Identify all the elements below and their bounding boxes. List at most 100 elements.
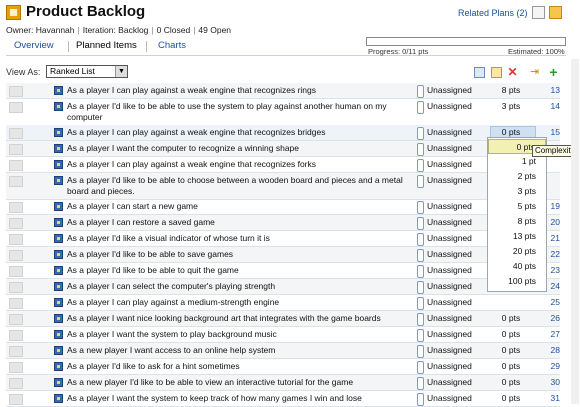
owner-handle[interactable] bbox=[417, 265, 424, 278]
table-row[interactable]: As a player I want the system to play ba… bbox=[6, 327, 560, 343]
table-row[interactable]: As a player I can start a new game Unass… bbox=[6, 199, 560, 215]
table-row[interactable]: As a player I want the computer to recog… bbox=[6, 141, 560, 157]
story-rank[interactable]: 31 bbox=[544, 393, 560, 403]
story-title[interactable]: As a player I can play against a weak en… bbox=[67, 127, 405, 138]
story-points[interactable]: 0 pts bbox=[486, 393, 536, 403]
move-icon[interactable]: ⇥ bbox=[529, 67, 540, 78]
table-row[interactable]: As a player I can restore a saved game U… bbox=[6, 215, 560, 231]
story-rank[interactable]: 14 bbox=[544, 101, 560, 111]
row-checkbox[interactable] bbox=[9, 218, 23, 229]
owner-handle[interactable] bbox=[417, 143, 424, 156]
row-checkbox[interactable] bbox=[9, 314, 23, 325]
owner-handle[interactable] bbox=[417, 281, 424, 294]
table-row[interactable]: As a player I can play against a weak en… bbox=[6, 125, 560, 141]
row-checkbox[interactable] bbox=[9, 362, 23, 373]
row-checkbox[interactable] bbox=[9, 266, 23, 277]
story-title[interactable]: As a player I can play against a medium-… bbox=[67, 297, 405, 308]
tab-charts[interactable]: Charts bbox=[158, 40, 186, 51]
story-owner[interactable]: Unassigned bbox=[427, 233, 472, 243]
row-checkbox[interactable] bbox=[9, 298, 23, 309]
story-title[interactable]: As a player I'd like to ask for a hint s… bbox=[67, 361, 405, 372]
story-rank[interactable]: 26 bbox=[544, 313, 560, 323]
complexity-option[interactable]: 40 pts bbox=[488, 259, 546, 274]
owner-handle[interactable] bbox=[417, 329, 424, 342]
complexity-option[interactable]: 2 pts bbox=[488, 169, 546, 184]
owner-handle[interactable] bbox=[417, 361, 424, 374]
row-checkbox[interactable] bbox=[9, 202, 23, 213]
story-title[interactable]: As a player I want the computer to recog… bbox=[67, 143, 405, 154]
story-points[interactable]: 8 pts bbox=[486, 85, 536, 95]
row-checkbox[interactable] bbox=[9, 102, 23, 113]
story-rank[interactable]: 28 bbox=[544, 345, 560, 355]
delete-icon[interactable]: ✕ bbox=[507, 66, 518, 78]
story-title[interactable]: As a player I'd like a visual indicator … bbox=[67, 233, 405, 244]
row-checkbox[interactable] bbox=[9, 378, 23, 389]
owner-handle[interactable] bbox=[417, 217, 424, 230]
owner-handle[interactable] bbox=[417, 377, 424, 390]
story-owner[interactable]: Unassigned bbox=[427, 345, 472, 355]
row-checkbox[interactable] bbox=[9, 282, 23, 293]
table-row[interactable]: As a new player I'd like to be able to v… bbox=[6, 375, 560, 391]
complexity-option[interactable]: 3 pts bbox=[488, 184, 546, 199]
story-owner[interactable]: Unassigned bbox=[427, 143, 472, 153]
table-row[interactable]: As a new player I want access to an onli… bbox=[6, 343, 560, 359]
story-rank[interactable]: 25 bbox=[544, 297, 560, 307]
story-title[interactable]: As a new player I'd like to be able to v… bbox=[67, 377, 405, 388]
table-row[interactable]: As a player I can select the computer's … bbox=[6, 279, 560, 295]
story-owner[interactable]: Unassigned bbox=[427, 393, 472, 403]
owner-handle[interactable] bbox=[417, 393, 424, 406]
owner-handle[interactable] bbox=[417, 159, 424, 172]
story-points[interactable]: 0 pts bbox=[486, 377, 536, 387]
story-owner[interactable]: Unassigned bbox=[427, 281, 472, 291]
story-owner[interactable]: Unassigned bbox=[427, 175, 472, 185]
story-points[interactable]: 0 pts bbox=[486, 127, 536, 137]
story-title[interactable]: As a player I can start a new game bbox=[67, 201, 405, 212]
vertical-scrollbar[interactable] bbox=[571, 59, 579, 404]
complexity-option[interactable]: 100 pts bbox=[488, 274, 546, 289]
story-rank[interactable]: 29 bbox=[544, 361, 560, 371]
story-rank[interactable]: 15 bbox=[544, 127, 560, 137]
story-title[interactable]: As a player I'd like to be able to quit … bbox=[67, 265, 405, 276]
story-owner[interactable]: Unassigned bbox=[427, 85, 472, 95]
story-title[interactable]: As a player I'd like to be able to save … bbox=[67, 249, 405, 260]
owner-handle[interactable] bbox=[417, 201, 424, 214]
story-title[interactable]: As a player I want the system to keep tr… bbox=[67, 393, 405, 404]
complexity-option[interactable]: 13 pts bbox=[488, 229, 546, 244]
row-checkbox[interactable] bbox=[9, 128, 23, 139]
story-rank[interactable]: 27 bbox=[544, 329, 560, 339]
related-plans-link[interactable]: Related Plans (2) bbox=[458, 8, 528, 18]
story-rank[interactable]: 13 bbox=[544, 85, 560, 95]
story-owner[interactable]: Unassigned bbox=[427, 265, 472, 275]
table-row[interactable]: As a player I want the system to keep tr… bbox=[6, 391, 560, 407]
story-owner[interactable]: Unassigned bbox=[427, 377, 472, 387]
story-owner[interactable]: Unassigned bbox=[427, 249, 472, 259]
story-owner[interactable]: Unassigned bbox=[427, 217, 472, 227]
row-checkbox[interactable] bbox=[9, 330, 23, 341]
story-owner[interactable]: Unassigned bbox=[427, 329, 472, 339]
story-owner[interactable]: Unassigned bbox=[427, 101, 472, 111]
story-points[interactable]: 0 pts bbox=[486, 345, 536, 355]
owner-handle[interactable] bbox=[417, 345, 424, 358]
complexity-option[interactable]: 20 pts bbox=[488, 244, 546, 259]
table-row[interactable]: As a player I can play against a weak en… bbox=[6, 157, 560, 173]
row-checkbox[interactable] bbox=[9, 394, 23, 405]
story-points[interactable]: 0 pts bbox=[486, 313, 536, 323]
row-checkbox[interactable] bbox=[9, 250, 23, 261]
add-icon[interactable]: + bbox=[548, 65, 559, 79]
story-owner[interactable]: Unassigned bbox=[427, 297, 472, 307]
story-title[interactable]: As a player I want the system to play ba… bbox=[67, 329, 405, 340]
story-title[interactable]: As a player I'd like to be able to choos… bbox=[67, 175, 405, 196]
story-points[interactable]: 0 pts bbox=[486, 329, 536, 339]
story-owner[interactable]: Unassigned bbox=[427, 127, 472, 137]
tab-planned-items[interactable]: Planned Items bbox=[76, 40, 137, 51]
table-row[interactable]: As a player I'd like to ask for a hint s… bbox=[6, 359, 560, 375]
story-owner[interactable]: Unassigned bbox=[427, 201, 472, 211]
owner-handle[interactable] bbox=[417, 249, 424, 262]
story-rank[interactable]: 30 bbox=[544, 377, 560, 387]
complexity-option[interactable]: 8 pts bbox=[488, 214, 546, 229]
owner-handle[interactable] bbox=[417, 175, 424, 188]
row-checkbox[interactable] bbox=[9, 86, 23, 97]
row-checkbox[interactable] bbox=[9, 346, 23, 357]
view-as-select[interactable]: Ranked List ▼ bbox=[46, 65, 128, 78]
table-row[interactable]: As a player I want nice looking backgrou… bbox=[6, 311, 560, 327]
